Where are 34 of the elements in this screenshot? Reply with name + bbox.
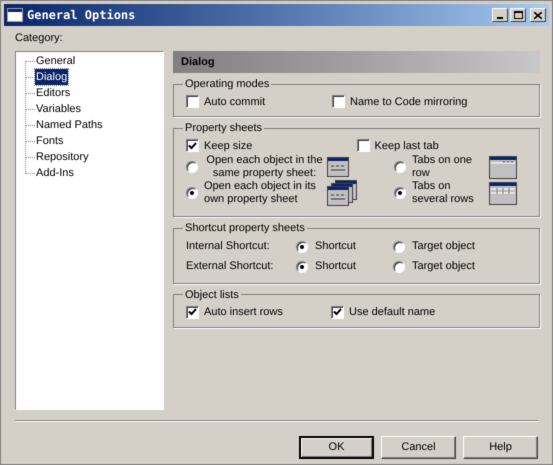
tree-item[interactable]: Dialog bbox=[35, 68, 68, 86]
category-label: Category: bbox=[15, 31, 64, 46]
group-title: Shortcut property sheets bbox=[184, 221, 306, 236]
group-title: Property sheets bbox=[184, 121, 264, 136]
radio-label: Open each object in the same property sheet: bbox=[206, 154, 324, 180]
checkbox-label: Keep last tab bbox=[374, 138, 439, 154]
radio-label: Open each object in its own property sheet bbox=[204, 180, 317, 206]
panel-title: Dialog bbox=[181, 54, 215, 70]
tree-item[interactable]: Editors bbox=[35, 84, 72, 102]
checkbox-label: Auto insert rows bbox=[204, 305, 283, 320]
window-title: General Options bbox=[27, 7, 136, 24]
row-label: External Shortcut: bbox=[186, 259, 274, 274]
group-title: Object lists bbox=[184, 288, 240, 302]
radio-label: Target object bbox=[412, 259, 475, 274]
tree-item[interactable]: Add-Ins bbox=[35, 164, 75, 182]
dialog-button[interactable]: OK bbox=[299, 436, 374, 459]
tree-item[interactable]: Fonts bbox=[35, 132, 65, 150]
checkbox-label: Name to Code mirroring bbox=[350, 94, 468, 110]
group-title: Operating modes bbox=[184, 77, 270, 92]
checkbox-label: Auto commit bbox=[204, 94, 266, 110]
row-label: Internal Shortcut: bbox=[186, 239, 271, 254]
tree-item[interactable]: Variables bbox=[35, 100, 82, 118]
checkbox-label: Use default name bbox=[349, 305, 436, 320]
tree-item[interactable]: Named Paths bbox=[35, 116, 104, 134]
radio-label: Tabs on several rows bbox=[412, 180, 475, 206]
radio-label: Shortcut bbox=[315, 239, 356, 254]
radio-label: Shortcut bbox=[315, 259, 356, 274]
dialog-button[interactable]: Help bbox=[463, 436, 538, 459]
tree-item[interactable]: General bbox=[35, 52, 76, 70]
checkbox-label: Keep size bbox=[204, 138, 252, 154]
radio-label: Tabs on one row bbox=[412, 154, 473, 180]
tree-item[interactable]: Repository bbox=[35, 148, 90, 166]
dialog-button[interactable]: Cancel bbox=[381, 436, 456, 459]
radio-label: Target object bbox=[412, 239, 475, 254]
